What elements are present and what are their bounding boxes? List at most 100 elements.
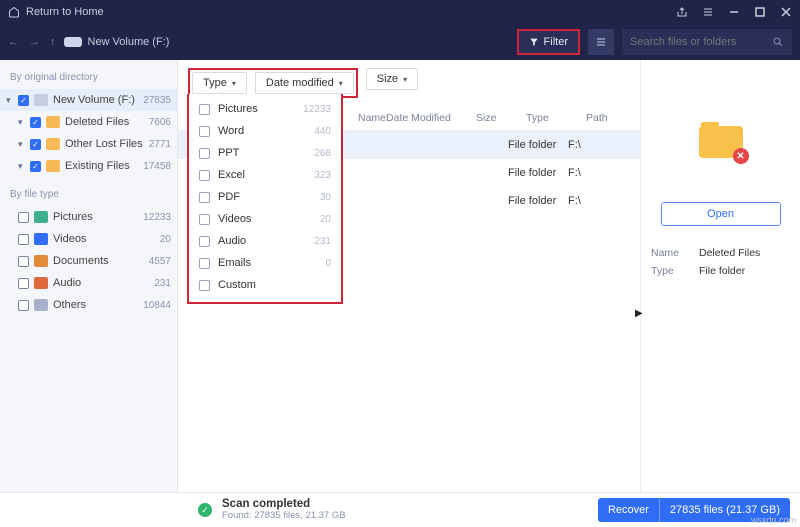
tree-count: 27835	[143, 95, 171, 106]
tree-label: Deleted Files	[65, 116, 129, 128]
tree-count: 7606	[149, 117, 171, 128]
close-button[interactable]	[780, 6, 792, 18]
view-toggle[interactable]	[588, 29, 614, 55]
meta-name-key: Name	[651, 247, 699, 259]
filetype-item[interactable]: Documents 4557	[0, 250, 177, 272]
filetype-icon	[34, 233, 48, 245]
meta-type-val: File folder	[699, 265, 745, 277]
dropdown-item[interactable]: Audio 231	[189, 230, 341, 252]
checkbox[interactable]: ✓	[18, 95, 29, 106]
filetype-label: Videos	[53, 233, 86, 245]
checkbox[interactable]	[18, 300, 29, 311]
dropdown-item[interactable]: Emails 0	[189, 252, 341, 274]
preview-pane: ▶ ✕ Open NameDeleted Files TypeFile fold…	[640, 60, 800, 492]
checkbox[interactable]	[199, 192, 210, 203]
col-date[interactable]: Date Modified	[386, 112, 476, 124]
filetype-item[interactable]: Pictures 12233	[0, 206, 177, 228]
dropdown-item[interactable]: Videos 20	[189, 208, 341, 230]
filter-type-button[interactable]: Type▾	[192, 72, 247, 94]
preview-folder-icon: ✕	[699, 122, 743, 158]
open-button[interactable]: Open	[661, 202, 781, 226]
nav-forward[interactable]: →	[29, 36, 40, 48]
filetype-icon	[34, 211, 48, 223]
dropdown-item[interactable]: Custom	[189, 274, 341, 296]
filetype-count: 12233	[143, 212, 171, 223]
chevron-icon: ▾	[18, 139, 25, 150]
checkbox[interactable]	[199, 148, 210, 159]
menu-icon[interactable]	[702, 6, 714, 18]
row-type: File folder	[508, 195, 568, 207]
filetype-label: Audio	[53, 277, 81, 289]
tree-item[interactable]: ▾ ✓ Other Lost Files 2771	[0, 133, 177, 155]
share-icon[interactable]	[676, 6, 688, 18]
filetype-item[interactable]: Others 10844	[0, 294, 177, 316]
filter-date-button[interactable]: Date modified▾	[255, 72, 354, 94]
search-input[interactable]	[630, 36, 772, 48]
dropdown-item[interactable]: PDF 30	[189, 186, 341, 208]
collapse-caret-icon[interactable]: ▶	[635, 308, 643, 319]
col-path[interactable]: Path	[586, 112, 630, 124]
filter-size-button[interactable]: Size▾	[366, 68, 418, 90]
dropdown-label: Excel	[218, 169, 245, 181]
checkbox[interactable]	[199, 170, 210, 181]
checkbox[interactable]: ✓	[30, 161, 41, 172]
checkbox[interactable]	[18, 212, 29, 223]
dropdown-item[interactable]: Excel 323	[189, 164, 341, 186]
scan-summary: Found: 27835 files, 21.37 GB	[222, 511, 346, 521]
tree-item[interactable]: ▾ ✓ New Volume (F:) 27835	[0, 89, 177, 111]
disk-icon	[64, 37, 82, 47]
checkbox[interactable]	[199, 236, 210, 247]
volume-chip[interactable]: New Volume (F:)	[64, 36, 170, 48]
row-path: F:\	[568, 195, 630, 207]
nav-up[interactable]: ↑	[50, 36, 56, 48]
checkbox[interactable]	[199, 104, 210, 115]
dropdown-item[interactable]: Pictures 12233	[189, 98, 341, 120]
folder-icon	[46, 160, 60, 172]
dropdown-count: 231	[314, 236, 331, 247]
titlebar: Return to Home	[0, 0, 800, 24]
meta-name-val: Deleted Files	[699, 247, 760, 259]
checkbox[interactable]	[199, 280, 210, 291]
dropdown-item[interactable]: Word 440	[189, 120, 341, 142]
minimize-button[interactable]	[728, 6, 740, 18]
nav-back[interactable]: ←	[8, 36, 19, 48]
col-type[interactable]: Type	[526, 112, 586, 124]
filetype-item[interactable]: Videos 20	[0, 228, 177, 250]
recover-label[interactable]: Recover	[598, 498, 659, 522]
checkbox[interactable]	[18, 256, 29, 267]
dropdown-label: Audio	[218, 235, 246, 247]
sidebar-group-directory: By original directory	[0, 68, 177, 89]
filetype-label: Pictures	[53, 211, 93, 223]
tree-item[interactable]: ▾ ✓ Deleted Files 7606	[0, 111, 177, 133]
home-icon[interactable]	[8, 6, 20, 18]
deleted-badge-icon: ✕	[733, 148, 749, 164]
content-area: Type▾ Date modified▾ Size▾ Pictures 1223…	[178, 60, 640, 492]
checkbox[interactable]: ✓	[30, 117, 41, 128]
tree-count: 17458	[143, 161, 171, 172]
chevron-icon: ▾	[18, 161, 25, 172]
checkbox[interactable]	[199, 214, 210, 225]
check-icon: ✓	[198, 503, 212, 517]
funnel-icon	[529, 37, 539, 47]
maximize-button[interactable]	[754, 6, 766, 18]
dropdown-item[interactable]: PPT 268	[189, 142, 341, 164]
checkbox[interactable]: ✓	[30, 139, 41, 150]
row-type: File folder	[508, 167, 568, 179]
col-size[interactable]: Size	[476, 112, 526, 124]
return-home-link[interactable]: Return to Home	[26, 6, 104, 18]
filetype-item[interactable]: Audio 231	[0, 272, 177, 294]
tree-item[interactable]: ▾ ✓ Existing Files 17458	[0, 155, 177, 177]
chevron-down-icon: ▾	[339, 79, 343, 88]
checkbox[interactable]	[18, 278, 29, 289]
dropdown-label: PPT	[218, 147, 239, 159]
checkbox[interactable]	[199, 258, 210, 269]
chevron-down-icon: ▾	[232, 79, 236, 88]
filter-label: Filter	[544, 36, 568, 48]
search-box[interactable]	[622, 29, 792, 55]
checkbox[interactable]	[18, 234, 29, 245]
checkbox[interactable]	[199, 126, 210, 137]
sidebar-group-filetype: By file type	[0, 185, 177, 206]
dropdown-label: Custom	[218, 279, 256, 291]
filetype-icon	[34, 299, 48, 311]
filter-button[interactable]: Filter	[517, 29, 580, 55]
